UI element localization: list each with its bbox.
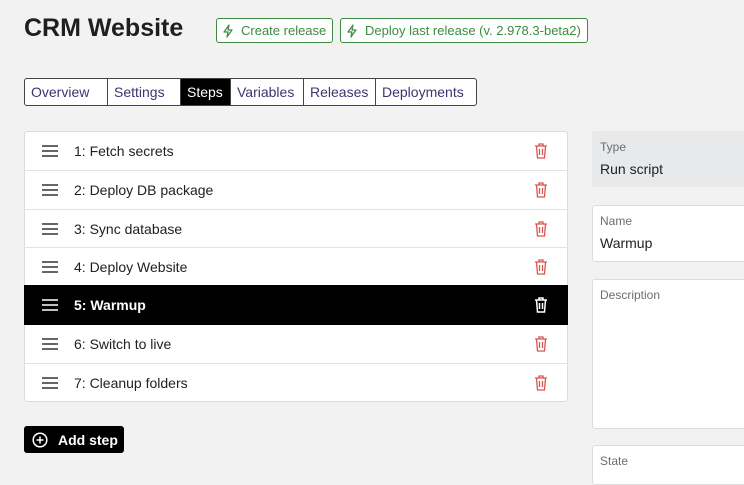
- drag-handle-icon[interactable]: [42, 376, 58, 389]
- step-row[interactable]: 4: Deploy Website: [24, 247, 568, 285]
- tab-variables[interactable]: Variables: [231, 79, 304, 105]
- description-label: Description: [600, 288, 661, 302]
- step-row[interactable]: 1: Fetch secrets: [24, 132, 568, 170]
- state-field[interactable]: State: [592, 445, 744, 485]
- tab-releases[interactable]: Releases: [304, 79, 376, 105]
- create-release-button[interactable]: Create release: [216, 18, 334, 43]
- trash-icon[interactable]: [534, 374, 548, 391]
- step-label: 6: Switch to live: [74, 336, 172, 352]
- step-row[interactable]: 3: Sync database: [24, 209, 568, 247]
- drag-handle-icon[interactable]: [42, 183, 58, 196]
- type-label: Type: [600, 140, 627, 154]
- lightning-icon: [347, 23, 357, 38]
- drag-handle-icon[interactable]: [42, 299, 58, 311]
- drag-handle-icon[interactable]: [42, 338, 58, 350]
- step-row-selected[interactable]: 5: Warmup: [24, 285, 568, 325]
- deploy-last-release-button[interactable]: Deploy last release (v. 2.978.3-beta2): [340, 18, 588, 43]
- type-field: Type Run script: [592, 131, 744, 187]
- state-label: State: [600, 454, 629, 468]
- steps-list: 1: Fetch secrets 2: Deploy DB package 3:…: [24, 131, 568, 402]
- plus-circle-icon: [32, 431, 48, 448]
- step-label: 4: Deploy Website: [74, 258, 188, 275]
- name-field[interactable]: Name Warmup: [592, 205, 744, 262]
- trash-icon[interactable]: [534, 143, 548, 159]
- tab-steps[interactable]: Steps: [181, 79, 231, 105]
- description-field[interactable]: Description: [592, 279, 744, 429]
- step-label: 5: Warmup: [74, 297, 146, 313]
- add-step-button[interactable]: Add step: [24, 426, 124, 453]
- page-title: CRM Website: [24, 14, 184, 42]
- step-label: 1: Fetch secrets: [74, 143, 174, 159]
- trash-icon[interactable]: [534, 297, 548, 313]
- trash-icon[interactable]: [534, 181, 548, 198]
- tab-settings[interactable]: Settings: [108, 79, 181, 105]
- name-label: Name: [600, 214, 633, 228]
- drag-handle-icon[interactable]: [42, 222, 58, 235]
- create-release-label: Create release: [241, 23, 327, 38]
- name-value[interactable]: Warmup: [600, 235, 652, 251]
- step-row[interactable]: 7: Cleanup folders: [24, 363, 568, 401]
- drag-handle-icon[interactable]: [42, 260, 58, 273]
- drag-handle-icon[interactable]: [42, 145, 58, 157]
- step-row[interactable]: 2: Deploy DB package: [24, 170, 568, 208]
- deploy-last-release-label: Deploy last release (v. 2.978.3-beta2): [365, 23, 581, 38]
- step-label: 3: Sync database: [74, 220, 183, 237]
- type-value: Run script: [600, 161, 664, 177]
- step-row[interactable]: 6: Switch to live: [24, 325, 568, 363]
- lightning-icon: [223, 23, 233, 38]
- tab-bar: Overview Settings Steps Variables Releas…: [24, 78, 477, 106]
- add-step-label: Add step: [58, 431, 118, 448]
- tab-deployments[interactable]: Deployments: [376, 79, 476, 105]
- trash-icon[interactable]: [534, 258, 548, 275]
- step-label: 7: Cleanup folders: [74, 374, 188, 391]
- trash-icon[interactable]: [534, 336, 548, 352]
- trash-icon[interactable]: [534, 220, 548, 237]
- tab-overview[interactable]: Overview: [25, 79, 108, 105]
- step-label: 2: Deploy DB package: [74, 181, 214, 198]
